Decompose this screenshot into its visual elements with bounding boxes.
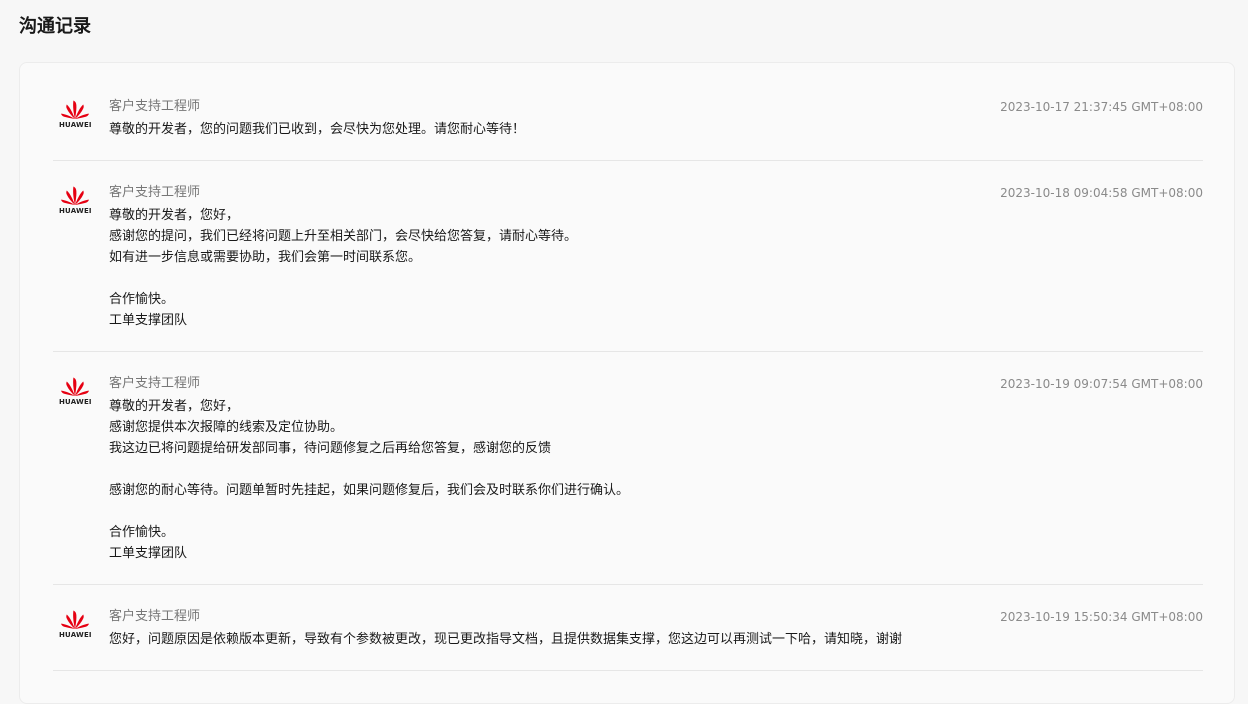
message-line: 感谢您的耐心等待。问题单暂时先挂起，如果问题修复后，我们会及时联系你们进行确认。 [109,483,630,498]
record-timestamp: 2023-10-18 09:04:58 GMT+08:00 [1000,186,1203,200]
message-line [109,268,1189,289]
huawei-logo-avatar: HUAWEI [59,184,92,218]
record-message: 尊敬的开发者，您好， 感谢您提供本次报障的线索及定位协助。 我这边已将问题提给研… [109,396,1189,564]
message-line [109,459,1189,480]
huawei-wordmark: HUAWEI [59,631,92,639]
record-author: 客户支持工程师 [109,609,201,624]
record-item: HUAWEI 客户支持工程师 2023-10-19 09:07:54 GMT+0… [53,375,1203,585]
huawei-logo-avatar: HUAWEI [59,608,92,642]
record-timestamp: 2023-10-17 21:37:45 GMT+08:00 [1000,100,1203,114]
record-timestamp: 2023-10-19 15:50:34 GMT+08:00 [1000,610,1203,624]
record-message: 您好，问题原因是依赖版本更新，导致有个参数被更改，现已更改指导文档，且提供数据集… [109,629,1189,650]
record-author: 客户支持工程师 [109,185,201,200]
message-line: 如有进一步信息或需要协助，我们会第一时间联系您。 [109,250,422,265]
record-timestamp: 2023-10-19 09:07:54 GMT+08:00 [1000,377,1203,391]
record-item: HUAWEI 客户支持工程师 2023-10-18 09:04:58 GMT+0… [53,184,1203,352]
message-line: 我这边已将问题提给研发部同事，待问题修复之后再给您答复，感谢您的反馈 [109,441,552,456]
message-line: 工单支撑团队 [109,313,188,328]
record-author: 客户支持工程师 [109,99,201,114]
message-line: 感谢您的提问，我们已经将问题上升至相关部门，会尽快给您答复，请耐心等待。 [109,229,578,244]
message-line: 合作愉快。 [109,292,175,307]
record-message: 尊敬的开发者，您好， 感谢您的提问，我们已经将问题上升至相关部门，会尽快给您答复… [109,205,1189,331]
message-line: 尊敬的开发者，您好， [109,208,240,223]
message-line: 感谢您提供本次报障的线索及定位协助。 [109,420,344,435]
message-line: 您好，问题原因是依赖版本更新，导致有个参数被更改，现已更改指导文档，且提供数据集… [109,632,903,647]
record-message: 尊敬的开发者，您的问题我们已收到，会尽快为您处理。请您耐心等待！ [109,119,1189,140]
message-line [109,501,1189,522]
message-line: 尊敬的开发者，您好， [109,399,240,414]
huawei-logo-avatar: HUAWEI [59,375,92,409]
record-item: HUAWEI 客户支持工程师 2023-10-17 21:37:45 GMT+0… [53,98,1203,161]
huawei-wordmark: HUAWEI [59,398,92,406]
record-author: 客户支持工程师 [109,376,201,391]
page-title: 沟通记录 [19,16,91,37]
huawei-wordmark: HUAWEI [59,121,92,129]
huawei-logo-avatar: HUAWEI [59,98,92,132]
record-item: HUAWEI 客户支持工程师 2023-10-19 15:50:34 GMT+0… [53,608,1203,671]
message-line: 工单支撑团队 [109,546,188,561]
communication-records-panel: HUAWEI 客户支持工程师 2023-10-17 21:37:45 GMT+0… [19,62,1235,704]
message-line: 尊敬的开发者，您的问题我们已收到，会尽快为您处理。请您耐心等待！ [109,122,526,137]
message-line: 合作愉快。 [109,525,175,540]
huawei-wordmark: HUAWEI [59,207,92,215]
